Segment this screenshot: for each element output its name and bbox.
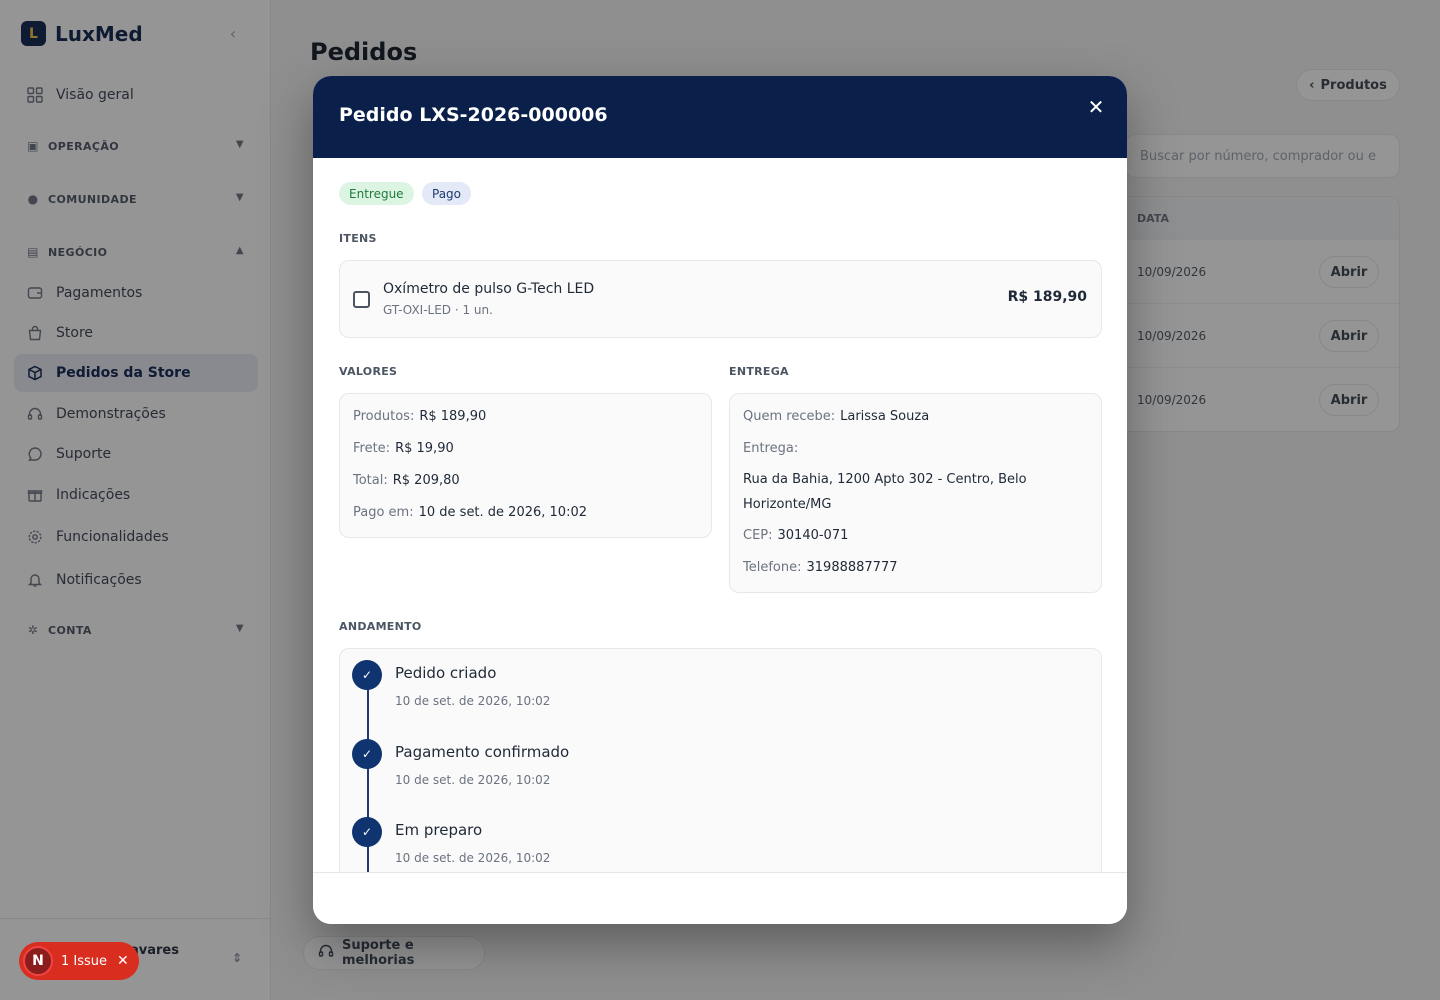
phone-label: Telefone:	[743, 560, 802, 575]
item-price: R$ 189,90	[1007, 289, 1087, 305]
modal-footer	[313, 872, 1127, 924]
modal-title: Pedido LXS-2026-000006	[339, 104, 608, 126]
delivery-card: Quem recebe: Larissa Souza Entrega: Rua d…	[729, 393, 1102, 593]
paid-at-value: 10 de set. de 2026, 10:02	[418, 505, 587, 520]
total-row: Total: R$ 209,80	[353, 473, 460, 488]
modal-body[interactable]: Entregue Pago ITENS Oxímetro de pulso G-…	[313, 158, 1127, 872]
shipping-row: Frete: R$ 19,90	[353, 441, 454, 456]
products-value: R$ 189,90	[419, 409, 487, 424]
recipient-value: Larissa Souza	[840, 409, 930, 424]
step-title: Em preparo	[395, 821, 483, 839]
close-icon[interactable]: ✕	[117, 953, 129, 969]
zip-row: CEP: 30140-071	[743, 528, 848, 543]
item-checkbox[interactable]	[353, 291, 370, 308]
shipping-value: R$ 19,90	[395, 441, 454, 456]
total-value: R$ 209,80	[392, 473, 460, 488]
phone-row: Telefone: 31988887777	[743, 560, 897, 575]
delivery-section-label: ENTREGA	[729, 365, 789, 378]
zip-label: CEP:	[743, 528, 773, 543]
paid-at-label: Pago em:	[353, 505, 414, 520]
step-title: Pagamento confirmado	[395, 743, 570, 761]
modal-header: Pedido LXS-2026-000006 ✕	[313, 76, 1127, 158]
timeline-step: ✓ Pedido criado 10 de set. de 2026, 10:0…	[352, 660, 1052, 720]
timeline-step: ✓ Pagamento confirmado 10 de set. de 202…	[352, 739, 1052, 799]
order-detail-modal: Pedido LXS-2026-000006 ✕ Entregue Pago I…	[313, 76, 1127, 924]
recipient-row: Quem recebe: Larissa Souza	[743, 409, 929, 424]
nextjs-logo-icon: N	[23, 946, 53, 976]
timeline-step: ✓ Em preparo 10 de set. de 2026, 10:02	[352, 817, 1052, 872]
recipient-label: Quem recebe:	[743, 409, 836, 424]
close-icon[interactable]: ✕	[1087, 97, 1105, 117]
status-badge-delivered: Entregue	[339, 182, 414, 205]
delivery-address: Rua da Bahia, 1200 Apto 302 - Centro, Be…	[743, 472, 1027, 512]
check-icon: ✓	[352, 660, 382, 690]
check-icon: ✓	[352, 817, 382, 847]
shipping-label: Frete:	[353, 441, 391, 456]
zip-value: 30140-071	[777, 528, 849, 543]
status-badge-paid: Pago	[422, 182, 472, 205]
step-title: Pedido criado	[395, 664, 497, 682]
values-card: Produtos: R$ 189,90 Frete: R$ 19,90 Total:…	[339, 393, 712, 538]
phone-value: 31988887777	[806, 560, 898, 575]
order-item-card: Oxímetro de pulso G-Tech LED GT-OXI-LED …	[339, 260, 1102, 338]
step-date: 10 de set. de 2026, 10:02	[395, 773, 551, 787]
item-meta: GT-OXI-LED · 1 un.	[383, 303, 493, 317]
products-total-row: Produtos: R$ 189,90	[353, 409, 486, 424]
progress-timeline: ✓ Pedido criado 10 de set. de 2026, 10:0…	[339, 648, 1102, 872]
issue-badge[interactable]: N 1 Issue ✕	[19, 942, 139, 980]
total-label: Total:	[353, 473, 388, 488]
delivery-label: Entrega:	[743, 441, 799, 456]
step-date: 10 de set. de 2026, 10:02	[395, 694, 551, 708]
check-icon: ✓	[352, 739, 382, 769]
values-section-label: VALORES	[339, 365, 398, 378]
issue-count: 1 Issue	[61, 953, 108, 969]
progress-section-label: ANDAMENTO	[339, 620, 422, 633]
products-label: Produtos:	[353, 409, 415, 424]
items-section-label: ITENS	[339, 232, 377, 245]
step-date: 10 de set. de 2026, 10:02	[395, 851, 551, 865]
item-name: Oxímetro de pulso G-Tech LED	[383, 281, 595, 297]
paid-at-row: Pago em: 10 de set. de 2026, 10:02	[353, 505, 587, 520]
